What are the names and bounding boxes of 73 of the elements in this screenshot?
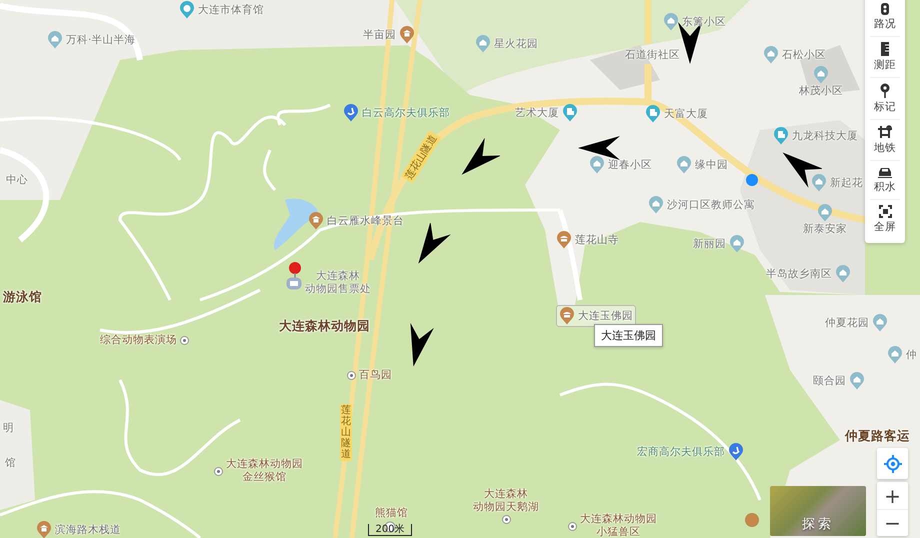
toolbar-button[interactable]: 标记	[870, 78, 900, 120]
ruler-icon	[879, 42, 891, 56]
golf-pin-icon	[343, 104, 359, 122]
house-pin-icon	[475, 35, 491, 53]
zoom-in-button[interactable]: +	[877, 482, 908, 509]
house-pin-icon	[47, 31, 63, 49]
place-label: 新起花	[830, 176, 863, 190]
place-label: 馆	[5, 457, 16, 470]
place-label: 仲	[906, 348, 917, 362]
house-pin-icon	[663, 13, 679, 31]
place-label: 大连森林 动物园天鹅湖	[473, 488, 539, 514]
place-label: 宏商高尔夫俱乐部	[637, 446, 725, 458]
place-label: 沙河口区教师公寓	[667, 198, 755, 212]
place-label: 熊猫馆	[375, 507, 408, 520]
place-label: 天富大厦	[664, 108, 708, 120]
place-label: 林茂小区	[799, 85, 843, 98]
place-label: 迎春小区	[608, 158, 652, 172]
temple-pin-icon	[559, 307, 575, 325]
house-pin-icon	[763, 46, 779, 64]
house-pin-icon	[887, 346, 903, 364]
place-label: 仲夏路客运	[845, 429, 910, 442]
place-label: 综合动物表演场	[100, 334, 177, 347]
place-label: 大连玉佛园	[578, 310, 633, 322]
place-label: 大连森林动物园 金丝猴馆	[226, 458, 303, 484]
place-label: 游泳馆	[3, 290, 42, 303]
place-label: 石道街社区	[625, 49, 680, 62]
place-label: 大连森林 动物园售票处	[305, 270, 371, 296]
place-label: 大连森林动物园 小猛兽区	[580, 513, 657, 538]
golf-pin-icon	[728, 443, 744, 461]
scale-bar: 200米	[368, 524, 412, 536]
tooltip: 大连玉佛园	[594, 324, 663, 347]
toolbar-button[interactable]: 地铁	[870, 120, 900, 161]
locate-button[interactable]	[877, 448, 908, 479]
place-label: 中心	[6, 174, 28, 187]
car-icon	[878, 166, 892, 178]
house-pin-icon	[872, 314, 888, 332]
place-label: 缘中园	[695, 158, 728, 172]
place-label: 星火花园	[494, 38, 538, 50]
place-label: 新丽园	[693, 238, 726, 250]
location-pin-icon	[879, 83, 891, 98]
place-label: 石松小区	[782, 48, 826, 62]
house-pin-icon	[813, 66, 829, 84]
rail-track-icon	[878, 125, 892, 139]
place-label: 白云高尔夫俱乐部	[362, 106, 450, 120]
place-label: 明	[3, 422, 14, 435]
locate-icon	[884, 454, 902, 472]
house-pin-icon	[835, 265, 851, 283]
place-label: 莲花山寺	[575, 234, 619, 246]
stadium-pin-icon	[179, 1, 195, 19]
place-label: 仲夏花园	[825, 316, 869, 330]
zoom-out-button[interactable]: −	[877, 509, 908, 536]
house-pin-icon	[849, 372, 865, 390]
place-label: 滨海路木栈道	[55, 524, 121, 536]
fullscreen-icon	[878, 205, 892, 218]
place-label: 百鸟园	[359, 369, 392, 382]
road-label: 莲花山隧道	[340, 404, 352, 461]
pavilion-pin-icon	[308, 212, 324, 230]
toolbar-button[interactable]: 路况	[870, 0, 900, 37]
lake-area	[274, 198, 318, 250]
place-label: 大连森林动物园	[279, 319, 370, 332]
place-label: 新泰安家	[803, 223, 847, 236]
place-label: 东篱小区	[682, 16, 726, 28]
place-label: 颐合园	[813, 374, 846, 388]
pavilion-pin-icon	[36, 521, 52, 538]
toolbar-button[interactable]: 积水	[870, 161, 900, 200]
traffic-light-icon	[879, 3, 891, 15]
place-label: 半岛故乡南区	[766, 268, 832, 280]
place-label: 大连市体育馆	[198, 4, 264, 16]
pavilion-pin-icon	[399, 26, 415, 44]
toolbar-button[interactable]: 测距	[870, 37, 900, 78]
place-label: 万科·半山半海	[66, 34, 136, 46]
toolbar-button[interactable]: 全屏	[870, 200, 900, 239]
place-label: 九龙科技大厦	[792, 130, 858, 142]
